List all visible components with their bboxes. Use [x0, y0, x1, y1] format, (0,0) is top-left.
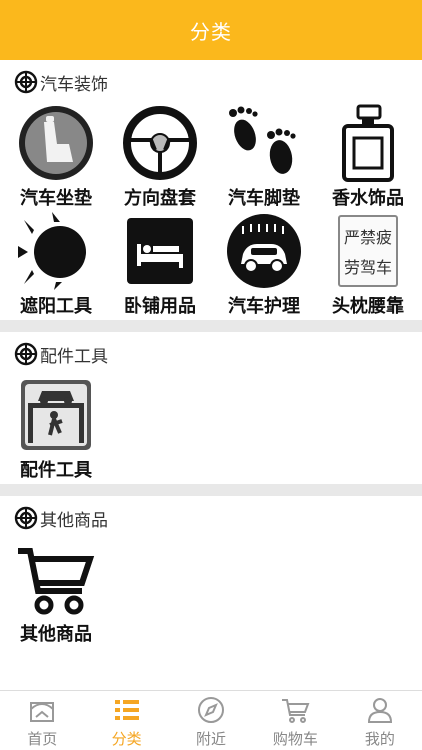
sun-icon — [18, 212, 86, 290]
category-label: 汽车脚垫 — [228, 188, 300, 209]
pillow-sign-line-1: 严禁疲 — [343, 228, 392, 247]
target-icon — [14, 70, 38, 94]
category-label: 其他商品 — [20, 624, 92, 645]
category-label: 香水饰品 — [332, 188, 404, 209]
bed-icon — [127, 218, 193, 284]
category-item-sunshade[interactable]: 遮阳工具 — [4, 212, 108, 320]
category-item-other-goods[interactable]: 其他商品 — [4, 540, 108, 648]
category-grid: 汽车坐垫 方向盘套 汽车脚垫 香水饰品 遮阳工具 卧铺用品 汽车护理 严禁疲 劳… — [0, 104, 422, 320]
section-title-text: 其他商品 — [40, 510, 108, 531]
section-other-goods: 其他商品 其他商品 — [0, 496, 422, 648]
tab-category[interactable]: 分类 — [84, 691, 168, 750]
tab-home[interactable]: 首页 — [0, 691, 84, 750]
section-title: 汽车装饰 — [0, 60, 422, 104]
section-title: 配件工具 — [0, 332, 422, 376]
car-wash-icon — [227, 214, 301, 288]
tab-label: 我的 — [364, 729, 395, 748]
category-content[interactable]: 汽车装饰 汽车坐垫 方向盘套 汽车脚垫 香水饰品 遮阳工具 卧铺用品 汽车护理 … — [0, 60, 422, 690]
shopping-cart-icon — [18, 548, 95, 615]
category-item-floor-mat[interactable]: 汽车脚垫 — [212, 104, 316, 212]
section-title-text: 汽车装饰 — [40, 74, 108, 95]
category-grid: 其他商品 — [0, 540, 422, 648]
section-car-decoration: 汽车装饰 汽车坐垫 方向盘套 汽车脚垫 香水饰品 遮阳工具 卧铺用品 汽车护理 … — [0, 60, 422, 320]
section-divider — [0, 320, 422, 332]
bottom-tab-bar: 首页 分类 附近 购物车 我的 — [0, 690, 422, 750]
category-item-car-seat[interactable]: 汽车坐垫 — [4, 104, 108, 212]
user-icon — [367, 697, 392, 723]
cart-icon — [282, 698, 310, 723]
category-item-parts-tools[interactable]: 配件工具 — [4, 376, 108, 484]
tab-label: 首页 — [27, 729, 58, 748]
pillow-sign-line-2: 劳驾车 — [343, 258, 392, 277]
category-item-headrest[interactable]: 严禁疲 劳驾车 头枕腰靠 — [316, 212, 420, 320]
category-item-steering-wheel[interactable]: 方向盘套 — [108, 104, 212, 212]
section-title: 其他商品 — [0, 496, 422, 540]
tab-cart[interactable]: 购物车 — [253, 691, 337, 750]
target-icon — [14, 342, 38, 366]
category-label: 方向盘套 — [124, 188, 196, 209]
category-label: 汽车坐垫 — [20, 188, 92, 209]
tab-profile[interactable]: 我的 — [338, 691, 422, 750]
section-parts-tools: 配件工具 配件工具 — [0, 332, 422, 484]
section-title-text: 配件工具 — [40, 346, 108, 367]
category-item-car-care[interactable]: 汽车护理 — [212, 212, 316, 320]
category-item-bedding[interactable]: 卧铺用品 — [108, 212, 212, 320]
compass-icon — [198, 696, 225, 723]
category-label: 汽车护理 — [228, 296, 300, 317]
category-label: 遮阳工具 — [20, 296, 92, 317]
category-label: 头枕腰靠 — [332, 296, 404, 317]
pillow-sign-icon: 严禁疲 劳驾车 — [338, 215, 398, 287]
category-grid: 配件工具 — [0, 376, 422, 484]
page-title: 分类 — [190, 19, 232, 44]
category-label: 配件工具 — [20, 460, 92, 481]
home-icon — [30, 701, 55, 722]
footprint-icon — [229, 106, 296, 174]
app-header: 分类 — [0, 0, 422, 60]
target-icon — [14, 506, 38, 530]
steering-wheel-icon — [123, 106, 197, 180]
car-lift-icon — [21, 380, 91, 450]
tab-nearby[interactable]: 附近 — [169, 691, 253, 750]
perfume-icon — [342, 104, 394, 182]
car-seat-icon — [19, 106, 93, 180]
category-label: 卧铺用品 — [124, 296, 196, 317]
tab-label: 附近 — [196, 729, 227, 748]
section-divider — [0, 484, 422, 496]
tab-label: 购物车 — [272, 729, 318, 748]
category-item-perfume[interactable]: 香水饰品 — [316, 104, 420, 212]
category-list-icon — [114, 699, 139, 720]
tab-label: 分类 — [111, 729, 142, 748]
